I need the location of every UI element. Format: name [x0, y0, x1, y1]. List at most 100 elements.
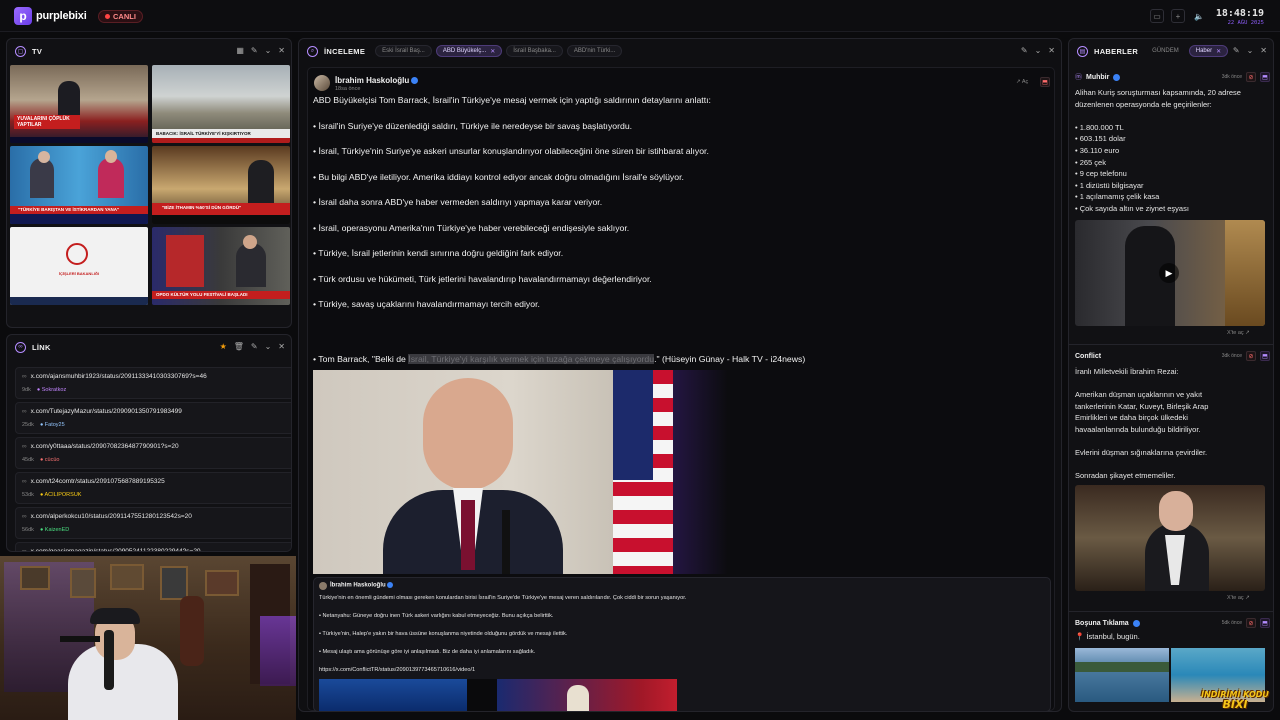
- link-url-row: ∞ x.com/t24comtr/status/20910756878891953…: [22, 478, 165, 485]
- open-on-x-link[interactable]: X'te aç ↗: [1227, 330, 1250, 336]
- open-on-x-link[interactable]: X'te aç ↗: [1227, 595, 1250, 601]
- link-user-name: Sokratkoz: [41, 387, 67, 393]
- close-icon[interactable]: ✕: [1048, 46, 1055, 55]
- mute-icon[interactable]: ⊘: [1246, 618, 1256, 628]
- tweet-image[interactable]: [313, 370, 673, 574]
- news-body-line: 📍 İstanbul, bugün.: [1075, 632, 1140, 641]
- link-icon: ∞: [22, 408, 27, 415]
- edit-icon[interactable]: ✎: [1021, 46, 1028, 55]
- chevron-down-icon[interactable]: ⌄: [1035, 46, 1042, 55]
- link-url[interactable]: x.com/y0ttaaa/status/2090708236487790901…: [31, 443, 179, 450]
- news-image[interactable]: [1075, 485, 1265, 591]
- link-item[interactable]: ∞ x.com/alperkokcu10/status/2091147551280…: [15, 507, 291, 539]
- link-user[interactable]: ● cücüo: [40, 457, 60, 463]
- tweet-text: ." (Hüseyin Günay - Halk TV - i24news): [654, 354, 806, 364]
- link-url[interactable]: x.com/alperkokcu10/status/20911475512801…: [31, 513, 192, 520]
- tab-2[interactable]: İsrail Başbaka...: [506, 45, 563, 57]
- link-url[interactable]: x.com/TutejazyMazur/status/2090901350791…: [31, 408, 182, 415]
- tv-channel-tile[interactable]: İÇİŞLERİ BAKANLIĞI: [10, 227, 148, 305]
- close-tab-icon[interactable]: ✕: [490, 48, 495, 55]
- link-user[interactable]: ● Fatoy25: [40, 422, 65, 428]
- link-meta: 9dk ● Sokratkoz: [22, 387, 66, 393]
- news-card-header: Conflict 3dk önce ⊘ ⬒: [1075, 351, 1270, 361]
- haberler-panel-title: HABERLER: [1094, 46, 1139, 56]
- close-icon[interactable]: ✕: [1260, 46, 1267, 55]
- tab-0[interactable]: Eski İsrail Baş...: [375, 45, 432, 57]
- news-card[interactable]: ⓜ Muhbir 3dk önce ⊘ ⬒ Alihan Kuriş soruş…: [1075, 72, 1270, 336]
- quoted-video-thumb[interactable]: [319, 679, 467, 711]
- chevron-down-icon[interactable]: ⌄: [265, 342, 272, 351]
- link-item[interactable]: ∞ x.com/qoasipmagazin/status/209052411223…: [15, 542, 291, 551]
- link-url-row: ∞ x.com/qoasipmagazin/status/209052411223…: [22, 548, 201, 551]
- news-icon: ▤: [1077, 45, 1088, 57]
- play-icon[interactable]: ▶: [1159, 263, 1179, 283]
- link-user[interactable]: ● ACILIPORSUK: [40, 492, 82, 498]
- news-body-line: Sonradan şikayet etmemeliler.: [1075, 471, 1176, 481]
- screen-icon[interactable]: ▭: [1150, 9, 1164, 23]
- news-card[interactable]: Conflict 3dk önce ⊘ ⬒ İranlı Milletvekil…: [1075, 351, 1270, 601]
- verified-icon: [1132, 619, 1140, 627]
- trash-icon[interactable]: 🗑: [234, 342, 244, 351]
- open-on-x-label: X'te aç: [1227, 330, 1244, 336]
- news-video-thumb[interactable]: ▶: [1075, 220, 1265, 326]
- close-icon[interactable]: ✕: [278, 342, 285, 351]
- link-user[interactable]: ● Sokratkoz: [37, 387, 66, 393]
- chip-label: Haber: [1195, 48, 1213, 54]
- filter-chip-0[interactable]: GÜNDEM: [1146, 45, 1185, 57]
- volume-icon[interactable]: 🔈: [1192, 9, 1206, 23]
- tv-caption: "TÜRKİYE BARIŞTAN VE İSTİKRARDAN YANA": [10, 206, 148, 214]
- link-item[interactable]: ∞ x.com/t24comtr/status/20910756878891953…: [15, 472, 291, 504]
- quoted-line: • Türkiye'nin, Halep'e yakın bir hava üs…: [319, 631, 568, 637]
- tv-channel-tile[interactable]: BABACIK: İSRAİL TÜRKİYE'Yİ KIŞKIRTIYOR: [152, 65, 290, 143]
- link-item[interactable]: ∞ x.com/TutejazyMazur/status/209090135079…: [15, 402, 291, 434]
- divider: [1069, 344, 1273, 345]
- link-url[interactable]: x.com/ajansmuhbir1923/status/20911333410…: [31, 373, 207, 380]
- tv-channel-tile[interactable]: OPDO KÜLTÜR YOLU FESTİVALİ BAŞLADI: [152, 227, 290, 305]
- news-body-line: • 36.110 euro: [1075, 145, 1120, 155]
- tv-channel-tile[interactable]: "TÜRKİYE BARIŞTAN VE İSTİKRARDAN YANA": [10, 146, 148, 224]
- tab-1[interactable]: ABD Büyükelç... ✕: [435, 45, 503, 57]
- tweet-author[interactable]: İbrahim Haskoloğlu: [335, 76, 409, 85]
- link-user[interactable]: ● KaizenED: [40, 527, 69, 533]
- grid-icon[interactable]: ▦: [236, 46, 244, 55]
- link-item[interactable]: ∞ x.com/ajansmuhbir1923/status/2091133341…: [15, 367, 291, 399]
- chevron-down-icon[interactable]: ⌄: [1247, 46, 1254, 55]
- link-url[interactable]: x.com/qoasipmagazin/status/2090524112238…: [31, 548, 201, 551]
- link-item[interactable]: ∞ x.com/y0ttaaa/status/209070823648779090…: [15, 437, 291, 469]
- news-body-line: [1075, 378, 1270, 390]
- news-card[interactable]: Boşuna Tıklama 5dk önce ⊘ ⬒ 📍 İstanbul, …: [1075, 618, 1270, 702]
- link-meta: 53dk ● ACILIPORSUK: [22, 492, 81, 498]
- quoted-video-thumb[interactable]: [497, 679, 677, 711]
- tab-3[interactable]: ABD'nin Türki...: [566, 45, 623, 57]
- mute-icon[interactable]: ⊘: [1246, 351, 1256, 361]
- news-image[interactable]: [1075, 648, 1169, 702]
- quoted-line[interactable]: https://x.com/ConflictTR/status/20901397…: [319, 667, 475, 673]
- quoted-tweet[interactable]: İbrahim Haskoloğlu Türkiye'nin en önemli…: [313, 577, 1051, 711]
- avatar[interactable]: [314, 75, 330, 91]
- edit-icon[interactable]: ✎: [1233, 46, 1240, 55]
- verified-icon: [411, 77, 419, 85]
- close-icon[interactable]: ✕: [278, 46, 285, 55]
- star-icon[interactable]: ★: [220, 342, 227, 351]
- tv-channel-tile[interactable]: "BİZE İTHAMIN %50'Sİ DÜN GÖRDÜ": [152, 146, 290, 224]
- tv-panel-controls: ▦ ✎ ⌄ ✕: [236, 46, 285, 55]
- cap: [90, 608, 140, 624]
- bookmark-icon[interactable]: ⬒: [1260, 351, 1270, 361]
- link-url[interactable]: x.com/t24comtr/status/209107568788919532…: [31, 478, 165, 485]
- app-logo-icon[interactable]: p: [14, 7, 32, 25]
- add-icon[interactable]: +: [1171, 9, 1185, 23]
- tweet-line: • İsrail, Türkiye'nin Suriye'ye askeri u…: [313, 146, 709, 156]
- tv-channel-tile[interactable]: YUVALARINI ÇÖPLÜK YAPTILAR: [10, 65, 148, 143]
- bookmark-icon[interactable]: ⬒: [1260, 618, 1270, 628]
- open-link[interactable]: ↗ Aç: [1016, 79, 1028, 85]
- mute-icon[interactable]: ⊘: [1246, 72, 1256, 82]
- bookmark-icon[interactable]: ⬒: [1260, 72, 1270, 82]
- filter-chip-1[interactable]: Haber ✕: [1188, 45, 1229, 57]
- news-source: Muhbir: [1086, 73, 1110, 81]
- edit-icon[interactable]: ✎: [251, 46, 258, 55]
- close-chip-icon[interactable]: ✕: [1216, 48, 1221, 55]
- edit-icon[interactable]: ✎: [251, 342, 258, 351]
- overlay-line-2: BIXI: [1222, 698, 1248, 711]
- chevron-down-icon[interactable]: ⌄: [265, 46, 272, 55]
- bookmark-icon[interactable]: ⬒: [1040, 77, 1050, 87]
